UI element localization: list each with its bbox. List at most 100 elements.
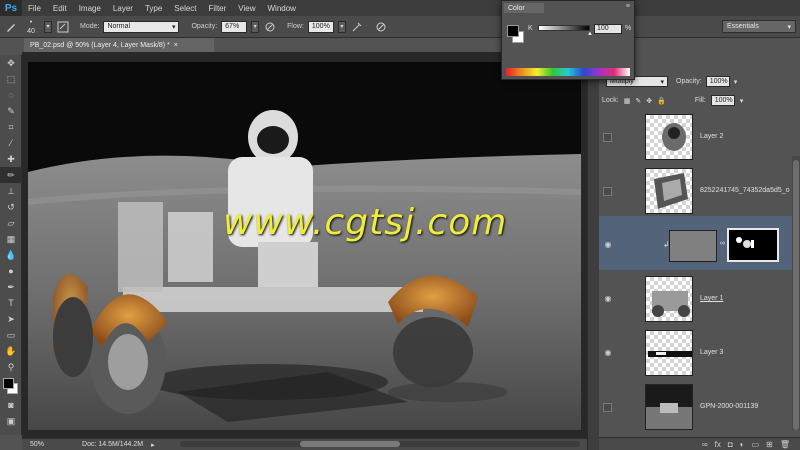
chevron-down-icon[interactable]: ▾ <box>337 20 346 33</box>
menu-window[interactable]: Window <box>262 4 302 13</box>
brush-tool-icon[interactable]: ✏ <box>0 167 22 183</box>
new-layer-icon[interactable]: ⊞ <box>766 440 773 449</box>
fx-icon[interactable]: fx <box>715 440 721 449</box>
layer-opacity-field[interactable]: 100% <box>705 76 730 87</box>
layer-row-selected[interactable]: ◉ ↲ ∞ <box>599 216 792 276</box>
eye-icon[interactable]: ◉ <box>603 348 613 358</box>
menu-bar: Ps File Edit Image Layer Type Select Fil… <box>0 0 800 16</box>
crop-tool-icon[interactable]: ⌗ <box>0 119 22 135</box>
layer-row[interactable]: 8252241745_74352da5d5_o <box>599 162 792 222</box>
brush-panel-icon[interactable] <box>56 20 70 34</box>
link-layers-icon[interactable]: ∞ <box>702 440 708 449</box>
move-tool-icon[interactable]: ✥ <box>0 55 22 71</box>
flow-field[interactable]: 100% <box>307 20 334 33</box>
lock-all-icon[interactable]: 🔒 <box>657 97 666 105</box>
pressure-size-icon[interactable] <box>374 20 388 34</box>
layer-thumbnail <box>645 168 693 214</box>
layer-row[interactable]: Layer 2 <box>599 108 792 168</box>
menu-type[interactable]: Type <box>139 4 168 13</box>
document-tab[interactable]: PB_02.psd @ 50% (Layer 4, Layer Mask/8) … <box>24 38 214 52</box>
new-group-icon[interactable]: ▭ <box>752 440 760 449</box>
mode-select[interactable]: Normal ▾ <box>103 20 180 33</box>
hand-tool-icon[interactable]: ✋ <box>0 343 22 359</box>
workspace-value: Essentials <box>727 23 759 30</box>
chevron-down-icon[interactable]: ▾ <box>734 78 738 86</box>
brush-preset-icon[interactable] <box>4 20 18 34</box>
eyedropper-tool-icon[interactable]: ⁄ <box>0 135 22 151</box>
layer-row[interactable]: ◉ Layer 1 <box>599 270 792 330</box>
foreground-color-swatch[interactable] <box>3 378 14 389</box>
layer-name: 8252241745_74352da5d5_o <box>700 187 790 194</box>
layer-thumbnail[interactable] <box>669 230 717 262</box>
doc-size-info[interactable]: Doc: 14.5M/144.2M <box>82 441 143 448</box>
layer-row[interactable]: ◉ Layer 3 <box>599 324 792 384</box>
chevron-down-icon[interactable]: ▾ <box>44 20 52 33</box>
menu-layer[interactable]: Layer <box>107 4 139 13</box>
lock-transparent-icon[interactable]: ▦ <box>624 97 631 105</box>
chevron-down-icon[interactable]: ▾ <box>740 97 744 105</box>
workspace-select[interactable]: Essentials ▾ <box>722 20 796 33</box>
canvas-area[interactable]: www.cgtsj.com <box>22 52 587 438</box>
eye-icon[interactable]: ◉ <box>603 294 613 304</box>
color-panel-tab[interactable]: Color <box>504 3 544 13</box>
layer-thumbnail <box>645 384 693 430</box>
k-slider[interactable] <box>538 25 590 31</box>
moon-rover-image[interactable]: www.cgtsj.com <box>28 62 581 430</box>
healing-tool-icon[interactable]: ✚ <box>0 151 22 167</box>
pressure-opacity-icon[interactable] <box>263 20 277 34</box>
visibility-toggle-off[interactable] <box>603 187 612 196</box>
color-spectrum-ramp[interactable] <box>506 68 630 76</box>
layers-footer: ∞ fx ◘ ◐ ▭ ⊞ 🗑 <box>599 437 800 450</box>
zoom-tool-icon[interactable]: ⚲ <box>0 359 22 375</box>
screen-mode-icon[interactable]: ▣ <box>0 413 22 429</box>
panel-menu-icon[interactable]: ≡ <box>626 3 630 10</box>
dodge-tool-icon[interactable]: ● <box>0 263 22 279</box>
menu-select[interactable]: Select <box>168 4 202 13</box>
lunar-scene-graphic <box>28 62 581 430</box>
close-icon[interactable]: × <box>174 42 178 49</box>
menu-image[interactable]: Image <box>73 4 107 13</box>
layers-scroll-thumb[interactable] <box>793 160 799 430</box>
chevron-down-icon: ▾ <box>660 78 664 86</box>
zoom-level[interactable]: 50% <box>30 441 44 448</box>
quick-select-tool-icon[interactable]: ✎ <box>0 103 22 119</box>
quick-mask-icon[interactable]: ◙ <box>0 397 22 413</box>
pen-tool-icon[interactable]: ✒ <box>0 279 22 295</box>
chevron-right-icon[interactable]: ▸ <box>151 441 155 449</box>
menu-edit[interactable]: Edit <box>47 4 73 13</box>
lock-image-icon[interactable]: ✎ <box>635 97 641 105</box>
k-value-field[interactable]: 100 <box>594 24 622 34</box>
history-brush-tool-icon[interactable]: ↺ <box>0 199 22 215</box>
eye-icon[interactable]: ◉ <box>603 240 613 250</box>
horizontal-scroll-thumb[interactable] <box>300 441 400 447</box>
eraser-tool-icon[interactable]: ▱ <box>0 215 22 231</box>
brush-size-picker[interactable]: • 40 <box>22 18 40 36</box>
trash-icon[interactable]: 🗑 <box>780 440 790 449</box>
chevron-down-icon[interactable]: ▾ <box>251 20 260 33</box>
airbrush-icon[interactable] <box>350 20 364 34</box>
path-select-tool-icon[interactable]: ➤ <box>0 311 22 327</box>
fill-field[interactable]: 100% <box>710 95 735 106</box>
menu-filter[interactable]: Filter <box>203 4 233 13</box>
marquee-tool-icon[interactable]: ⬚ <box>0 71 22 87</box>
gradient-tool-icon[interactable]: ▦ <box>0 231 22 247</box>
blur-tool-icon[interactable]: 💧 <box>0 247 22 263</box>
layer-row[interactable]: GPN-2000-001139 <box>599 378 792 438</box>
adjustment-layer-icon[interactable]: ◐ <box>740 440 745 449</box>
menu-view[interactable]: View <box>232 4 261 13</box>
clone-stamp-tool-icon[interactable]: ⊥ <box>0 183 22 199</box>
visibility-toggle-off[interactable] <box>603 403 612 412</box>
slider-handle-icon[interactable]: ▲ <box>587 31 593 37</box>
visibility-toggle-off[interactable] <box>603 133 612 142</box>
add-mask-icon[interactable]: ◘ <box>728 440 733 449</box>
foreground-color-swatch[interactable] <box>507 25 519 37</box>
layer-mask-thumbnail[interactable] <box>727 228 779 262</box>
type-tool-icon[interactable]: T <box>0 295 22 311</box>
lasso-tool-icon[interactable]: ◌ <box>0 87 22 103</box>
menu-file[interactable]: File <box>22 4 47 13</box>
link-icon[interactable]: ∞ <box>720 240 725 247</box>
opacity-field[interactable]: 67% <box>221 20 248 33</box>
watermark-text: www.cgtsj.com <box>223 202 508 243</box>
lock-position-icon[interactable]: ✥ <box>646 97 652 105</box>
rectangle-tool-icon[interactable]: ▭ <box>0 327 22 343</box>
